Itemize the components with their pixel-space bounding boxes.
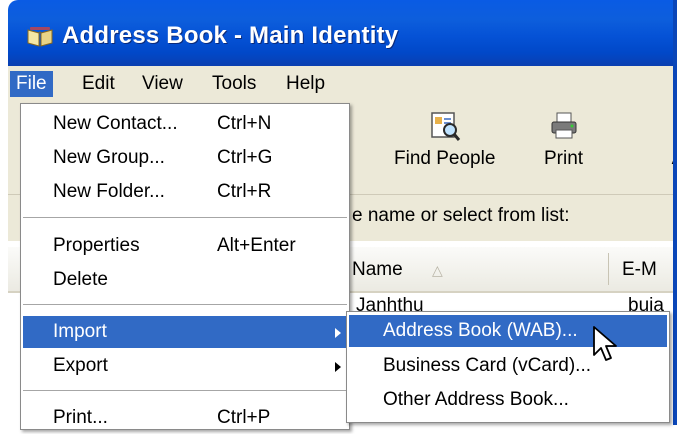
- submenu-item-other-address-book[interactable]: Other Address Book...: [349, 384, 667, 416]
- menu-item-shortcut: Ctrl+G: [217, 147, 273, 168]
- menu-item-label: New Folder...: [53, 181, 165, 202]
- menu-bar: File Edit View Tools Help: [8, 66, 677, 102]
- menu-item-new-folder[interactable]: New Folder... Ctrl+R: [23, 176, 347, 208]
- sort-arrow-icon: △: [432, 262, 443, 278]
- column-name[interactable]: Name: [352, 259, 403, 281]
- print-label: Print: [544, 148, 584, 169]
- file-menu: New Contact... Ctrl+N New Group... Ctrl+…: [20, 103, 350, 430]
- menu-item-shortcut: Ctrl+R: [217, 181, 272, 202]
- find-people-label: Find People: [394, 148, 496, 169]
- menu-item-label: Other Address Book...: [383, 389, 569, 410]
- address-book-icon: [27, 27, 53, 47]
- menu-view[interactable]: View: [136, 71, 189, 97]
- menu-help[interactable]: Help: [280, 71, 331, 97]
- mouse-pointer-icon: [593, 326, 617, 361]
- menu-file[interactable]: File: [10, 71, 53, 97]
- find-people-icon: [430, 112, 460, 141]
- menu-item-print[interactable]: Print... Ctrl+P: [23, 402, 347, 434]
- menu-item-export[interactable]: Export: [23, 350, 347, 382]
- submenu-arrow-icon: [335, 328, 341, 338]
- menu-item-label: Print...: [53, 407, 108, 428]
- menu-item-new-contact[interactable]: New Contact... Ctrl+N: [23, 108, 347, 140]
- menu-item-shortcut: Ctrl+N: [217, 113, 272, 134]
- title-bar[interactable]: Address Book - Main Identity: [8, 0, 677, 66]
- menu-divider: [23, 217, 347, 218]
- menu-item-label: Import: [53, 321, 107, 342]
- menu-item-label: Export: [53, 355, 108, 376]
- menu-item-label: Delete: [53, 269, 108, 290]
- menu-item-shortcut: Alt+Enter: [217, 235, 296, 256]
- window-title: Address Book - Main Identity: [62, 22, 399, 49]
- window-border: [673, 0, 677, 425]
- menu-item-new-group[interactable]: New Group... Ctrl+G: [23, 142, 347, 174]
- printer-icon: [551, 112, 577, 139]
- print-button[interactable]: Print: [544, 110, 583, 170]
- menu-tools[interactable]: Tools: [206, 71, 262, 97]
- menu-divider: [23, 304, 347, 305]
- search-label: e name or select from list:: [352, 205, 570, 226]
- find-people-button[interactable]: Find People: [394, 110, 495, 170]
- menu-item-delete[interactable]: Delete: [23, 264, 347, 296]
- menu-item-label: New Contact...: [53, 113, 178, 134]
- column-email[interactable]: E-M: [622, 259, 657, 281]
- menu-item-label: Properties: [53, 235, 140, 256]
- menu-item-label: New Group...: [53, 147, 165, 168]
- menu-divider: [23, 390, 347, 391]
- menu-edit[interactable]: Edit: [76, 71, 121, 97]
- menu-item-label: Business Card (vCard)...: [383, 355, 592, 376]
- menu-item-label: Address Book (WAB)...: [383, 320, 578, 341]
- column-separator[interactable]: [608, 253, 609, 285]
- submenu-arrow-icon: [335, 362, 341, 372]
- menu-item-shortcut: Ctrl+P: [217, 407, 271, 428]
- menu-item-properties[interactable]: Properties Alt+Enter: [23, 230, 347, 262]
- menu-item-import[interactable]: Import: [23, 316, 347, 348]
